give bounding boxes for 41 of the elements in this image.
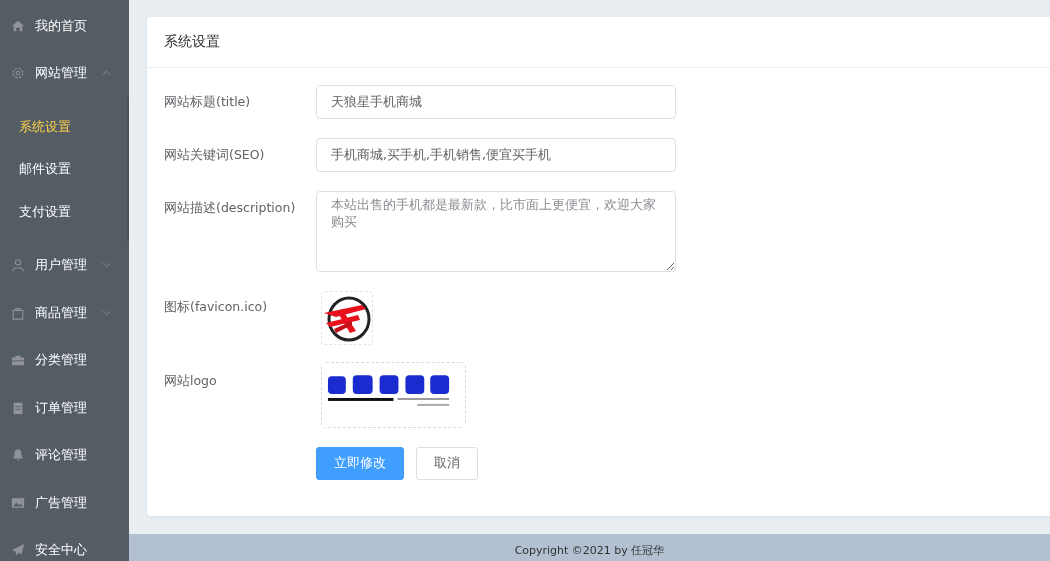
- user-icon: [11, 258, 25, 273]
- menu-label: 评论管理: [35, 446, 87, 465]
- menu-label: 订单管理: [35, 398, 87, 417]
- menu-item[interactable]: 分类管理: [0, 336, 129, 384]
- menu-item[interactable]: 我的首页: [0, 2, 129, 50]
- briefcase-icon: [11, 353, 25, 368]
- menu-label: 广告管理: [35, 493, 87, 512]
- menu-label: 商品管理: [35, 303, 87, 322]
- menu-item[interactable]: 商品管理: [0, 289, 129, 337]
- submenu-item[interactable]: 支付设置: [0, 191, 127, 234]
- bell-icon: [11, 448, 25, 463]
- menu-item[interactable]: 评论管理: [0, 431, 129, 479]
- menu-item[interactable]: 网站管理: [0, 49, 129, 97]
- menu-label: 分类管理: [35, 351, 87, 370]
- menu-item[interactable]: 用户管理: [0, 241, 129, 289]
- text-field[interactable]: 天狼星手机商城: [316, 85, 676, 119]
- field-label: 图标(favicon.ico): [164, 298, 269, 316]
- field-label: 网站关键词(SEO): [164, 146, 266, 164]
- submenu-item[interactable]: 系统设置: [0, 106, 127, 149]
- field-label: 网站logo: [164, 372, 218, 390]
- menu-item[interactable]: 订单管理: [0, 384, 129, 432]
- menu-label: 用户管理: [35, 256, 87, 275]
- gear-icon: [11, 66, 25, 81]
- copyright-text: Copyright ©2021 by 任冠华: [514, 543, 665, 559]
- image-icon: [11, 495, 25, 510]
- card-title: 系统设置: [164, 33, 220, 51]
- description-field[interactable]: 本站出售的手机都是最新款，比市面上更便宜，欢迎大家购买: [316, 191, 676, 272]
- menu-label: 我的首页: [35, 16, 87, 35]
- paper-plane-icon: [11, 543, 25, 558]
- menu-item[interactable]: 广告管理: [0, 479, 129, 527]
- bag-icon: [11, 305, 25, 320]
- field-label: 网站描述(description): [164, 199, 297, 217]
- home-icon: [11, 18, 25, 33]
- field-label: 网站标题(title): [164, 93, 252, 111]
- clipboard-icon: [11, 400, 25, 415]
- cancel-button[interactable]: 取消: [416, 447, 478, 480]
- text-field[interactable]: 手机商城,买手机,手机销售,便宜买手机: [316, 138, 676, 172]
- menu-label: 安全中心: [35, 541, 87, 560]
- menu-item[interactable]: 安全中心: [0, 526, 129, 561]
- submenu-item[interactable]: 邮件设置: [0, 148, 127, 191]
- menu-label: 网站管理: [35, 64, 87, 83]
